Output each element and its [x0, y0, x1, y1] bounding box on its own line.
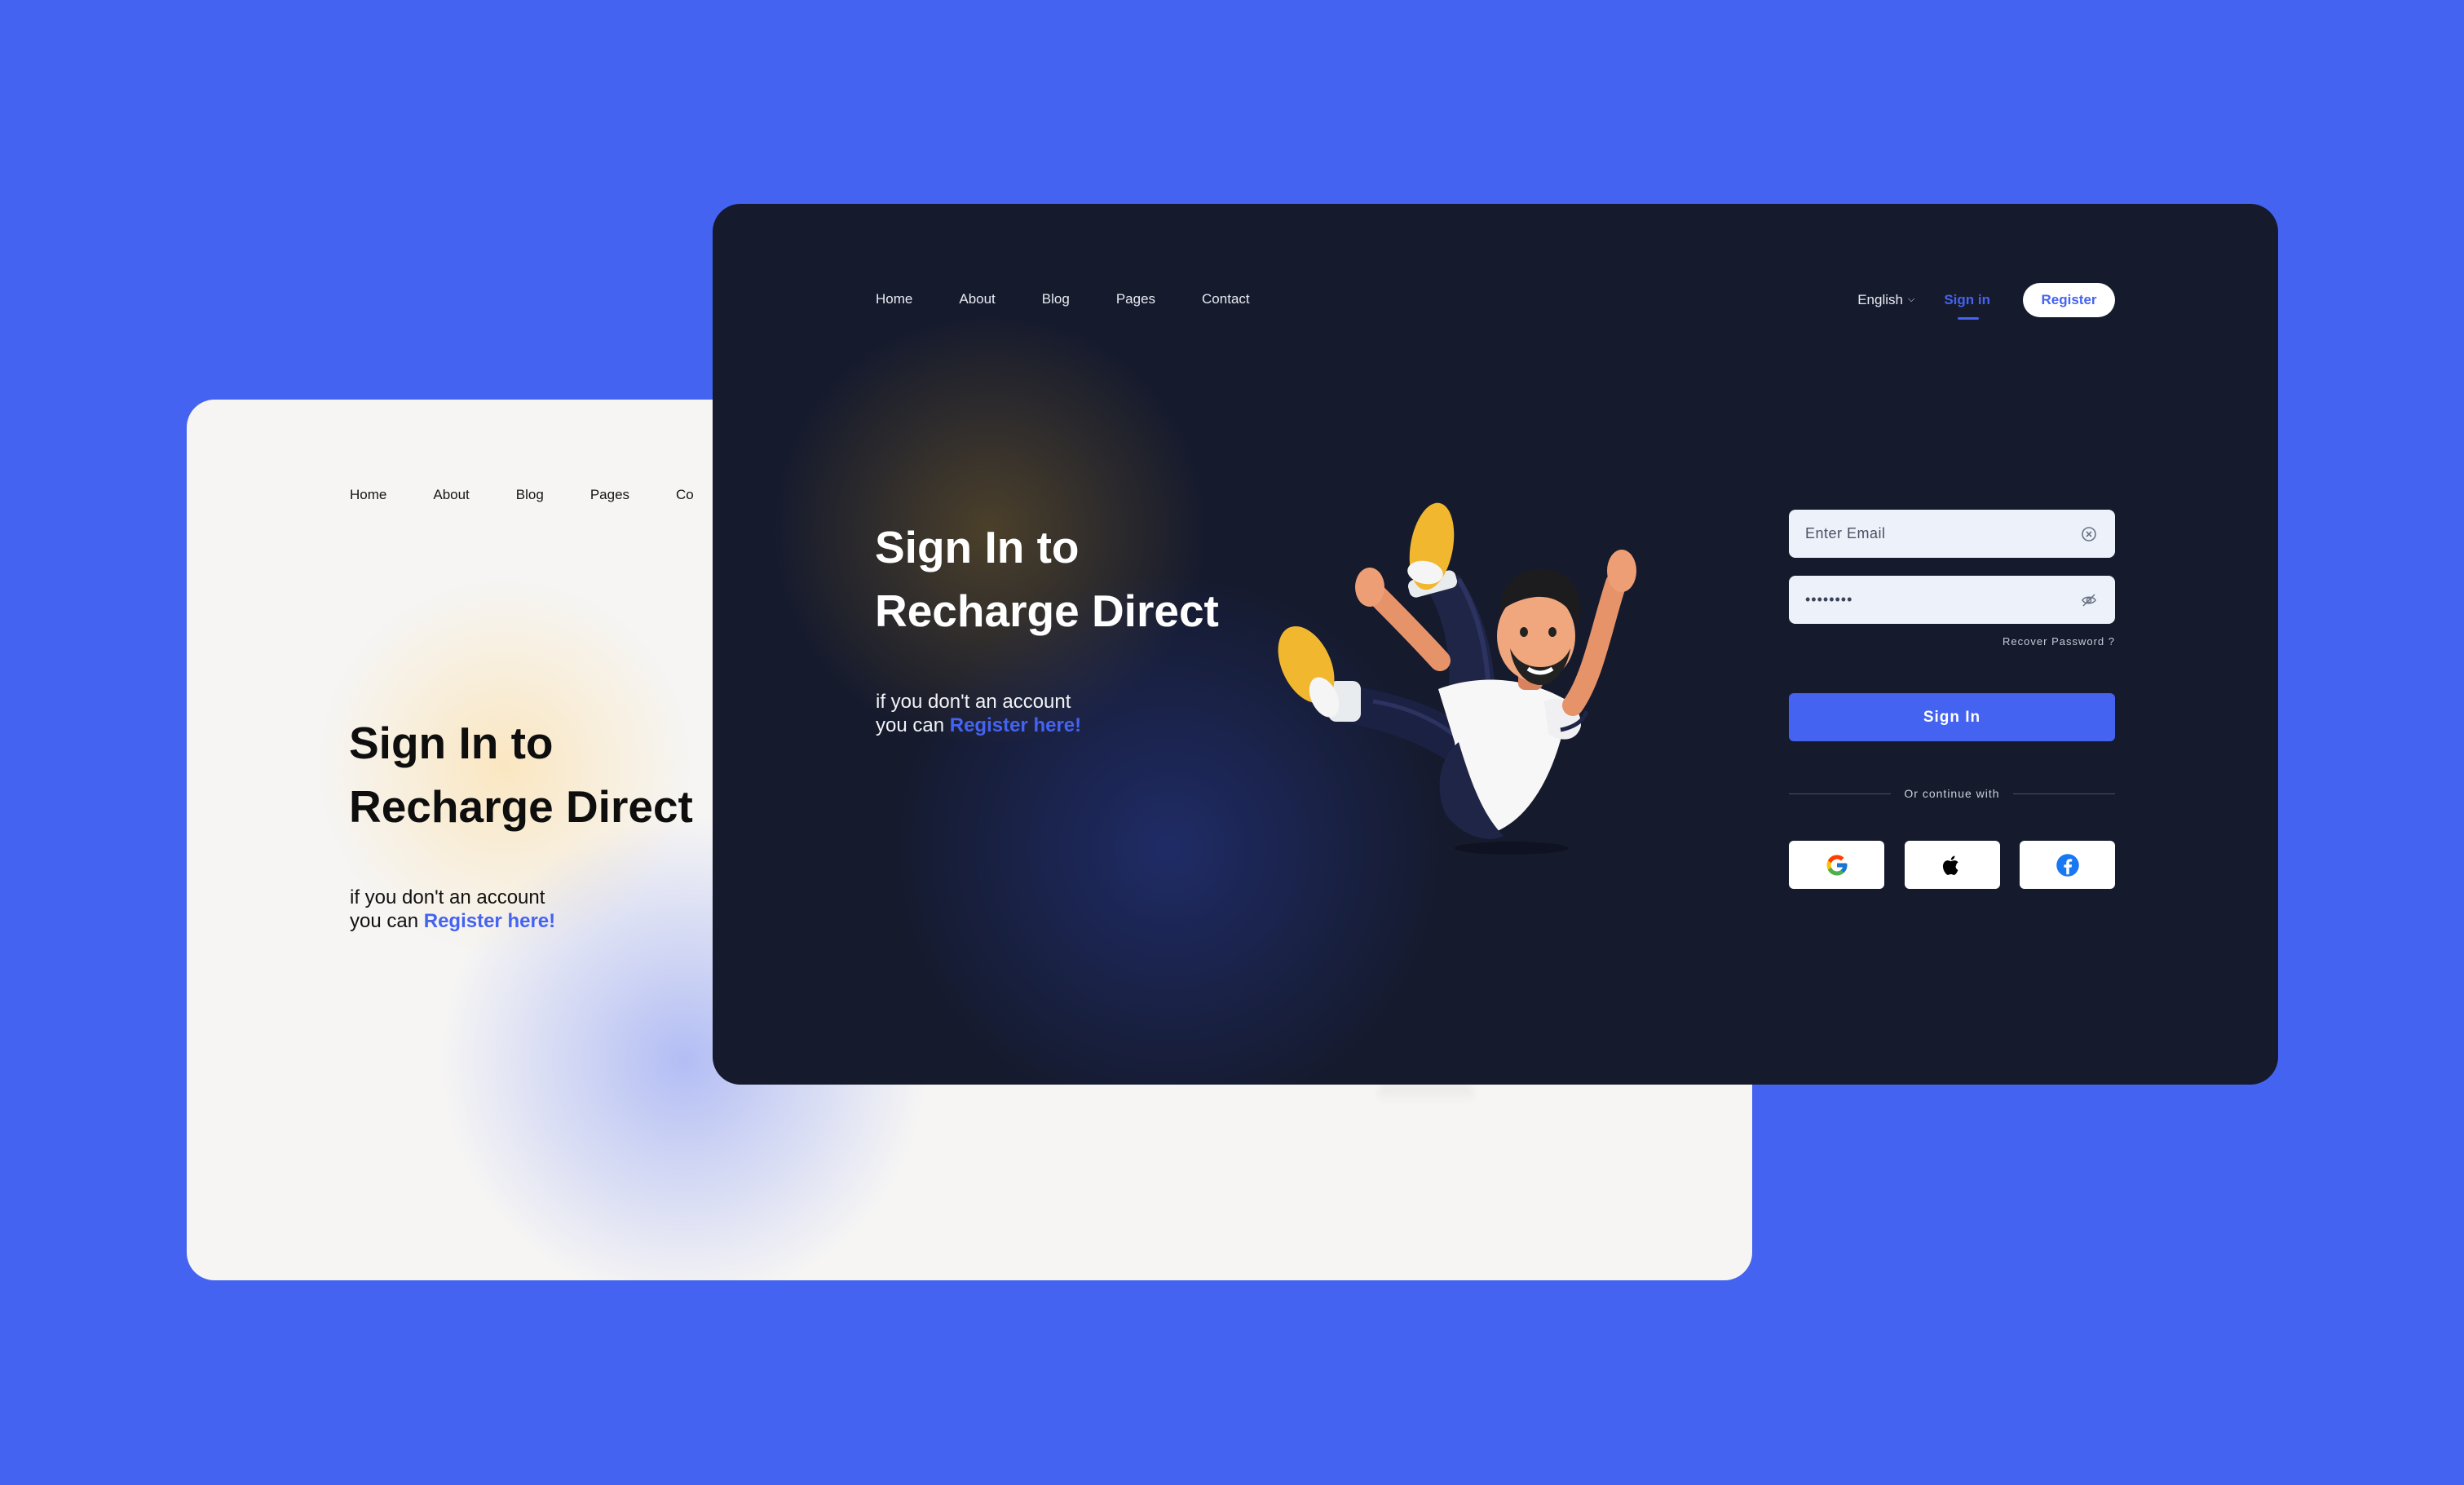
light-title-line2: Recharge Direct	[349, 781, 693, 832]
divider-line-left	[1789, 793, 1892, 794]
signin-form: Recover Password ? Sign In Or continue w…	[1789, 510, 2116, 889]
google-login-button[interactable]	[1789, 841, 1884, 889]
hero-subtitle: if you don't an account you can Register…	[876, 690, 1081, 737]
light-nav-about[interactable]: About	[433, 487, 469, 503]
sub-line1: if you don't an account	[876, 691, 1071, 713]
nav-pages[interactable]: Pages	[1116, 291, 1155, 307]
light-sub-prefix: you can	[350, 910, 424, 932]
signin-link[interactable]: Sign in	[1944, 292, 1990, 320]
apple-icon	[1942, 855, 1958, 875]
light-nav-contact[interactable]: Co	[676, 487, 694, 503]
light-nav: Home About Blog Pages Co	[350, 487, 740, 503]
clear-icon[interactable]	[2081, 526, 2097, 542]
chevron-down-icon: ⌵	[1907, 294, 1915, 304]
nav-blog[interactable]: Blog	[1042, 291, 1070, 307]
falling-character-illustration	[1278, 502, 1636, 855]
password-field-wrapper	[1789, 576, 2115, 624]
language-label: English	[1857, 292, 1903, 307]
nav-contact[interactable]: Contact	[1202, 291, 1250, 307]
facebook-login-button[interactable]	[2020, 841, 2115, 889]
light-register-link[interactable]: Register here!	[424, 910, 555, 932]
facebook-icon	[2056, 853, 2079, 877]
light-title-line1: Sign In to	[349, 718, 554, 768]
password-input[interactable]	[1789, 576, 2082, 624]
recover-password-link[interactable]: Recover Password ?	[1789, 635, 2115, 647]
continue-divider: Or continue with	[1789, 787, 2116, 800]
nav-about[interactable]: About	[959, 291, 995, 307]
divider-text: Or continue with	[1904, 787, 2000, 800]
title-line2: Recharge Direct	[875, 586, 1219, 636]
dark-signin-card: Home About Blog Pages Contact English ⌵ …	[713, 204, 2278, 1085]
google-icon	[1826, 855, 1847, 875]
email-field-wrapper	[1789, 510, 2115, 558]
social-login-row	[1789, 841, 2115, 889]
light-nav-blog[interactable]: Blog	[516, 487, 544, 503]
apple-login-button[interactable]	[1904, 841, 2000, 889]
hero-title: Sign In to Recharge Direct	[875, 515, 1219, 643]
register-button[interactable]: Register	[2023, 283, 2115, 317]
light-nav-home[interactable]: Home	[350, 487, 386, 503]
sub-prefix: you can	[876, 714, 950, 736]
light-nav-pages[interactable]: Pages	[590, 487, 629, 503]
signin-button[interactable]: Sign In	[1789, 693, 2115, 741]
light-hero-title: Sign In to Recharge Direct	[349, 711, 693, 838]
email-input[interactable]	[1789, 510, 2082, 558]
register-here-link[interactable]: Register here!	[950, 714, 1081, 736]
light-sub-line1: if you don't an account	[350, 886, 545, 908]
title-line1: Sign In to	[875, 522, 1080, 572]
divider-line-right	[2012, 793, 2116, 794]
light-hero-subtitle: if you don't an account you can Register…	[350, 886, 555, 933]
eye-off-icon[interactable]	[2081, 592, 2097, 608]
header-actions: English ⌵ Sign in Register	[1857, 283, 2115, 320]
shadow-decoration	[1377, 1085, 1475, 1104]
main-nav: Home About Blog Pages Contact	[876, 291, 1296, 307]
language-selector[interactable]: English ⌵	[1857, 292, 1914, 308]
nav-home[interactable]: Home	[876, 291, 912, 307]
